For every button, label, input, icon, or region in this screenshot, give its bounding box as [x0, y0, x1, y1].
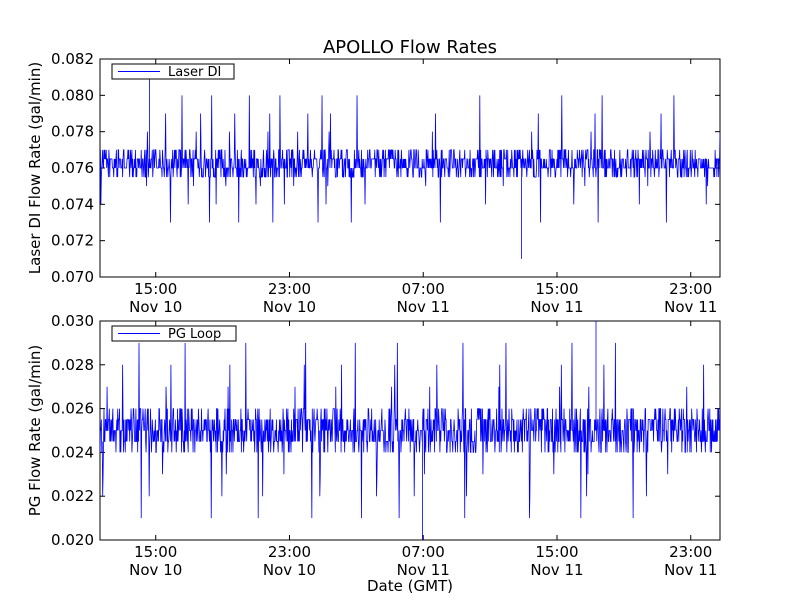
- x-tick-date-label: Nov 10: [129, 298, 182, 316]
- y-tick-label: 0.078: [51, 123, 94, 141]
- y-tick-label: 0.080: [51, 86, 94, 104]
- y-tick-label: 0.076: [51, 159, 94, 177]
- x-tick-date-label: Nov 11: [397, 298, 450, 316]
- x-tick-date-label: Nov 10: [263, 298, 316, 316]
- y-tick-label: 0.070: [51, 268, 94, 286]
- x-tick-time-label: 23:00: [268, 543, 311, 561]
- y-tick-label: 0.022: [51, 487, 94, 505]
- x-tick-time-label: 15:00: [134, 543, 177, 561]
- x-tick-time-label: 23:00: [268, 280, 311, 298]
- y-tick-label: 0.030: [51, 312, 94, 330]
- pg-loop-legend-label: PG Loop: [168, 327, 221, 342]
- figure-title: APOLLO Flow Rates: [323, 37, 497, 58]
- y-tick-label: 0.024: [51, 443, 94, 461]
- y-tick-label: 0.020: [51, 531, 94, 549]
- x-tick-time-label: 07:00: [402, 543, 445, 561]
- y-tick-label: 0.026: [51, 400, 94, 418]
- x-tick-date-label: Nov 10: [263, 561, 316, 579]
- laser-di-legend-label: Laser DI: [168, 65, 221, 80]
- x-tick-date-label: Nov 11: [664, 298, 717, 316]
- y-tick-label: 0.072: [51, 232, 94, 250]
- x-tick-time-label: 23:00: [669, 543, 712, 561]
- x-tick-date-label: Nov 11: [664, 561, 717, 579]
- x-tick-time-label: 07:00: [402, 280, 445, 298]
- laser-di-y-axis-label: Laser DI Flow Rate (gal/min): [26, 62, 44, 274]
- x-tick-time-label: 23:00: [669, 280, 712, 298]
- y-tick-label: 0.082: [51, 50, 94, 68]
- x-axis-label: Date (GMT): [367, 577, 453, 595]
- x-tick-time-label: 15:00: [535, 280, 578, 298]
- x-tick-time-label: 15:00: [535, 543, 578, 561]
- y-tick-label: 0.074: [51, 195, 94, 213]
- figure: APOLLO Flow Rates 0.070 0.072 0.074 0.076 0.…: [0, 0, 800, 600]
- y-tick-label: 0.028: [51, 356, 94, 374]
- pg-loop-y-axis-label: PG Flow Rate (gal/min): [26, 345, 44, 517]
- x-tick-date-label: Nov 10: [129, 561, 182, 579]
- x-tick-date-label: Nov 11: [530, 298, 583, 316]
- laser-di-legend: Laser DI: [111, 63, 235, 80]
- x-tick-date-label: Nov 11: [530, 561, 583, 579]
- x-tick-time-label: 15:00: [134, 280, 177, 298]
- pg-loop-legend: PG Loop: [111, 325, 237, 342]
